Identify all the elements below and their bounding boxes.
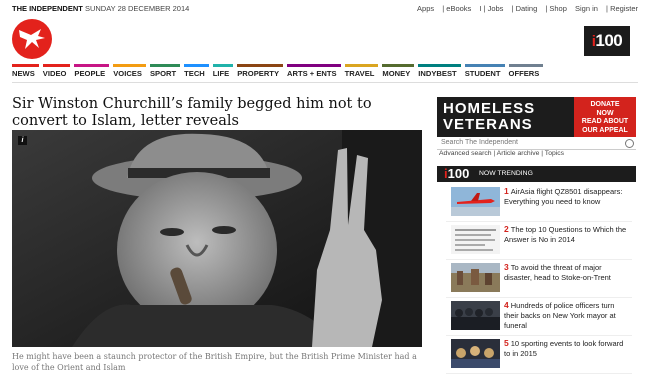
- search-links[interactable]: Advanced search | Article archive | Topi…: [437, 150, 636, 160]
- link-sign-in[interactable]: Sign in: [575, 4, 598, 13]
- churchill-photo: [12, 130, 422, 347]
- police-crowd-thumbnail: [451, 301, 500, 330]
- link-jobs[interactable]: I | Jobs: [479, 4, 503, 13]
- link-apps[interactable]: Apps: [417, 4, 434, 13]
- top-bar: THE INDEPENDENT SUNDAY 28 DECEMBER 2014 …: [12, 4, 638, 16]
- nav-money[interactable]: MONEY: [382, 64, 415, 80]
- image-info-icon[interactable]: i: [18, 136, 27, 145]
- list-item[interactable]: 4 Hundreds of police officers turn their …: [446, 298, 632, 336]
- search-icon[interactable]: [625, 139, 634, 148]
- link-register[interactable]: | Register: [606, 4, 638, 13]
- nav-indybest[interactable]: INDYBEST: [418, 64, 461, 80]
- nav-video[interactable]: VIDEO: [42, 64, 71, 80]
- document-thumbnail: [451, 225, 500, 254]
- independent-eagle-logo[interactable]: [12, 19, 52, 59]
- link-dating[interactable]: | Dating: [512, 4, 538, 13]
- list-item[interactable]: 1 AirAsia flight QZ8501 disappears: Every…: [446, 184, 632, 222]
- nav-voices[interactable]: VOICES: [113, 64, 146, 80]
- nav-sport[interactable]: SPORT: [149, 64, 181, 80]
- airplane-thumbnail: [451, 187, 500, 216]
- sports-thumbnail: [451, 339, 500, 368]
- photo-caption: He might have been a staunch protector o…: [12, 352, 417, 372]
- list-item[interactable]: 2 The top 10 Questions to Which the Answe…: [446, 222, 632, 260]
- search-input[interactable]: Search The Independent: [437, 138, 636, 150]
- nav-news[interactable]: NEWS: [12, 64, 39, 80]
- nav-offers[interactable]: OFFERS: [508, 64, 544, 80]
- article-photo[interactable]: i: [12, 130, 422, 347]
- nav-travel[interactable]: TRAVEL: [344, 64, 379, 80]
- nav-life[interactable]: LIFE: [212, 64, 234, 80]
- date: SUNDAY 28 DECEMBER 2014: [84, 4, 190, 13]
- i100-logo[interactable]: i100: [444, 166, 469, 182]
- trending-header: i100 NOW TRENDING: [437, 166, 636, 182]
- main-nav: NEWS VIDEO PEOPLE VOICES SPORT TECH LIFE…: [12, 64, 638, 80]
- nav-student[interactable]: STUDENT: [464, 64, 505, 80]
- i100-badge[interactable]: i100: [584, 26, 630, 56]
- nav-divider: [12, 82, 638, 83]
- site-brand[interactable]: THE INDEPENDENT: [12, 4, 83, 13]
- ad-cta[interactable]: DONATE NOW READ ABOUT OUR APPEAL: [574, 97, 636, 137]
- top-links: Apps | eBooks I | Jobs | Dating | Shop S…: [411, 4, 638, 13]
- trending-list: 1 AirAsia flight QZ8501 disappears: Every…: [446, 184, 632, 374]
- homeless-veterans-ad[interactable]: HOMELESS VETERANS DONATE NOW READ ABOUT …: [437, 97, 636, 137]
- trending-label: NOW TRENDING: [479, 170, 533, 177]
- link-shop[interactable]: | Shop: [545, 4, 567, 13]
- article-headline: Sir Winston Churchill’s family begged hi…: [12, 96, 372, 129]
- link-ebooks[interactable]: | eBooks: [442, 4, 471, 13]
- nav-arts-ents[interactable]: ARTS + ENTS: [287, 64, 341, 80]
- nav-tech[interactable]: TECH: [184, 64, 209, 80]
- ad-title: HOMELESS VETERANS: [443, 100, 536, 133]
- nav-property[interactable]: PROPERTY: [237, 64, 284, 80]
- town-thumbnail: [451, 263, 500, 292]
- list-item[interactable]: 5 10 sporting events to look forward to i…: [446, 336, 632, 374]
- eagle-icon: [19, 29, 45, 49]
- list-item[interactable]: 3 To avoid the threat of major disaster, …: [446, 260, 632, 298]
- nav-people[interactable]: PEOPLE: [74, 64, 110, 80]
